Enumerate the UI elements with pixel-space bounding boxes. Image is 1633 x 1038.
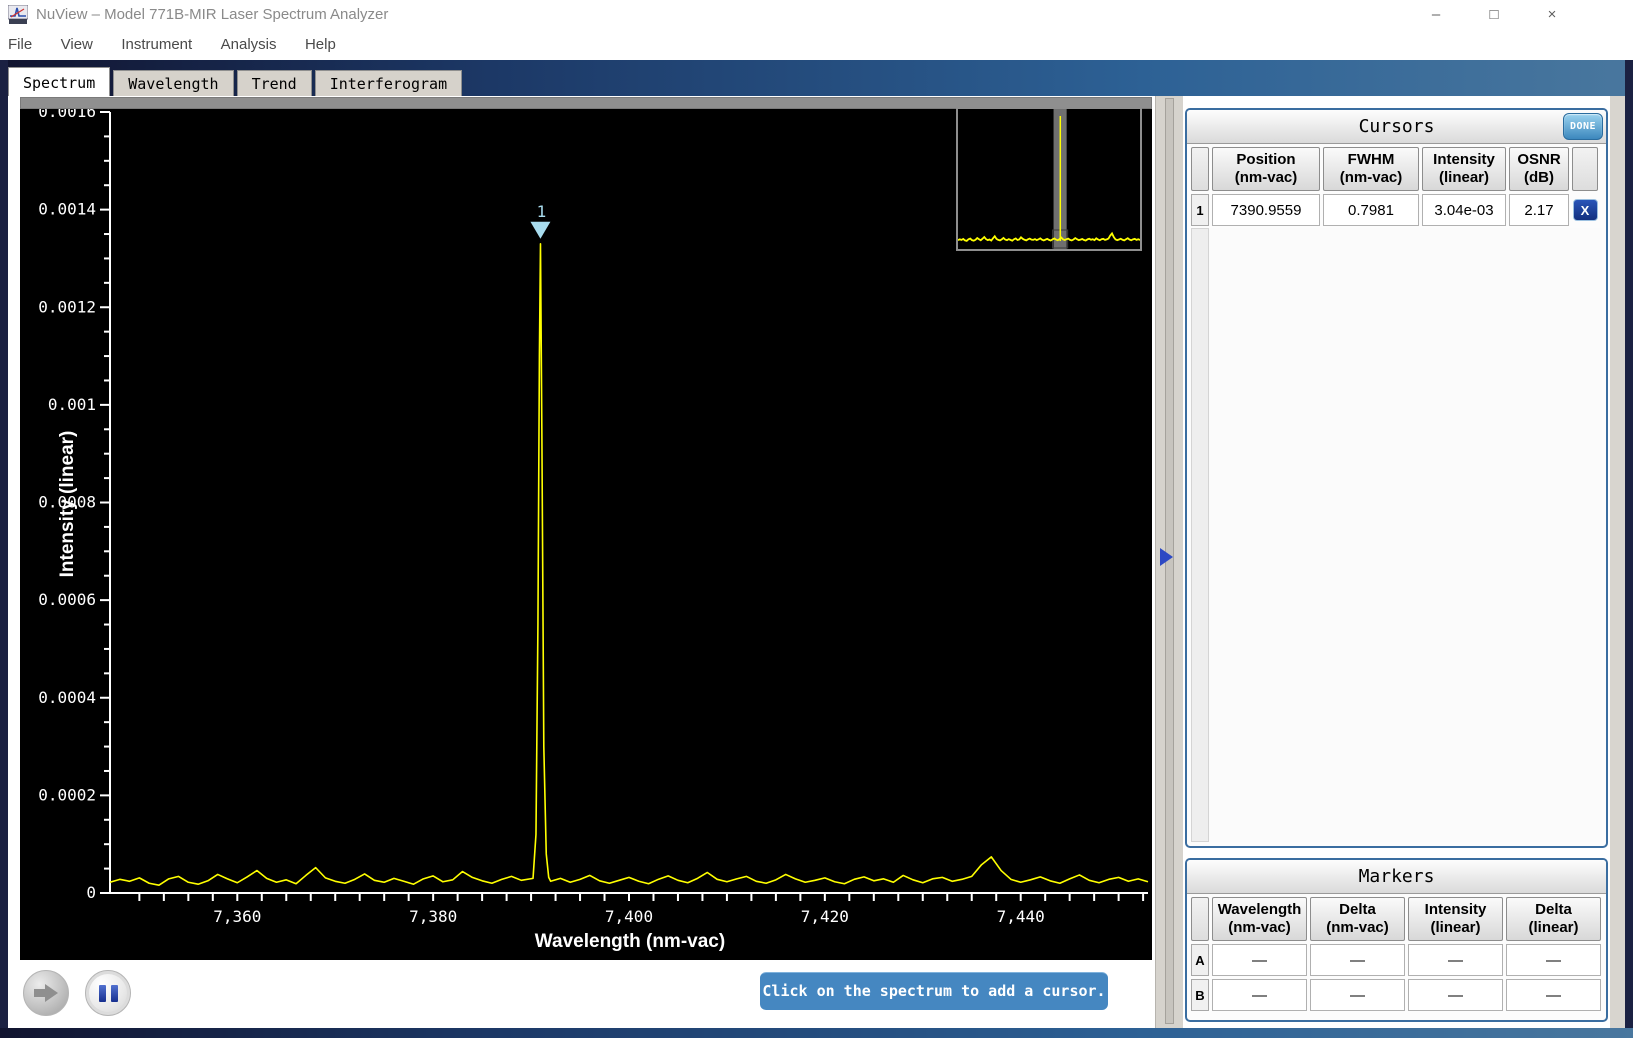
play-button[interactable] [23,970,69,1016]
svg-text:1: 1 [537,202,547,221]
cursors-table: Position (nm-vac) FWHM (nm-vac) Intensity(… [1187,144,1606,226]
spectrum-overview[interactable] [956,107,1142,251]
app-icon [8,5,28,24]
svg-text:0.0012: 0.0012 [38,297,96,316]
svg-text:7,400: 7,400 [605,907,653,926]
maximize-button[interactable]: □ [1465,0,1523,30]
panel-expander-button[interactable] [1160,548,1173,566]
cursor-fwhm-value: 0.7981 [1323,194,1419,226]
svg-text:0.0004: 0.0004 [38,688,96,707]
markers-panel-header: Markers [1187,860,1606,894]
cursors-header-osnr: OSNR (dB) [1509,147,1569,191]
cursor-delete-cell: X [1572,194,1598,226]
markers-panel: Markers Wavelength (nm-vac) Delta (nm-vac)… [1185,858,1608,1022]
markers-header-intensity: Intensity (linear) [1408,897,1503,941]
minimize-button[interactable]: – [1407,0,1465,30]
row-number-column [1191,228,1209,842]
marker-a-delta-nm: — [1310,944,1405,976]
marker-b-delta-linear: — [1506,979,1601,1011]
pause-button[interactable] [85,970,131,1016]
overview-chart[interactable] [957,109,1141,249]
x-axis-title: Wavelength (nm-vac) [534,931,726,952]
svg-text:7,380: 7,380 [409,907,457,926]
cursors-table-body [1191,228,1602,842]
tab-spectrum[interactable]: Spectrum [8,67,111,96]
menu-analysis[interactable]: Analysis [209,30,289,60]
window-border-left [0,60,8,1038]
tab-wavelength[interactable]: Wavelength [113,70,234,96]
markers-header-delta-linear: Delta (linear) [1506,897,1601,941]
cursors-header-intensity: Intensity (linear) [1422,147,1506,191]
window-border-bottom [0,1028,1633,1038]
y-axis-title: Intensity (linear) [57,430,78,578]
cursors-header-fwhm: FWHM (nm-vac) [1323,147,1419,191]
markers-header-blank [1191,897,1209,941]
cursors-panel: Cursors DONE Position (nm-vac) FWHM (nm-va… [1185,108,1608,848]
panel-splitter[interactable] [1155,96,1183,1028]
cursor-position-value: 7390.9559 [1212,194,1320,226]
menu-bar: File View Instrument Analysis Help [0,30,1633,60]
menu-file[interactable]: File [0,30,44,60]
svg-text:0: 0 [86,883,96,902]
done-button[interactable]: DONE [1563,113,1603,140]
cursors-header-position: Position (nm-vac) [1212,147,1320,191]
right-gutter [1610,96,1625,1028]
svg-text:0.0016: 0.0016 [38,109,96,121]
cursors-panel-title: Cursors [1358,116,1435,137]
marker-row-label-a: A [1191,944,1209,976]
cursor-osnr-value: 2.17 [1509,194,1569,226]
svg-text:0.0002: 0.0002 [38,785,96,804]
marker-a-wavelength: — [1212,944,1307,976]
markers-table: Wavelength (nm-vac) Delta (nm-vac) Intensi… [1187,894,1606,1011]
tab-strip: Spectrum Wavelength Trend Interferogram [0,60,1633,96]
menu-view[interactable]: View [49,30,105,60]
marker-b-intensity: — [1408,979,1503,1011]
play-icon [34,984,58,1002]
marker-b-wavelength: — [1212,979,1307,1011]
marker-a-delta-linear: — [1506,944,1601,976]
cursors-panel-header: Cursors DONE [1187,110,1606,144]
cursor-delete-button[interactable]: X [1572,199,1598,221]
cursors-header-blank [1572,147,1598,191]
window-border-right [1625,60,1633,1038]
menu-instrument[interactable]: Instrument [109,30,204,60]
markers-header-wavelength: Wavelength (nm-vac) [1212,897,1307,941]
tab-interferogram[interactable]: Interferogram [314,70,463,96]
cursor-row-number: 1 [1191,194,1209,226]
app-window: NuView – Model 771B-MIR Laser Spectrum A… [0,0,1633,1038]
svg-text:7,360: 7,360 [213,907,261,926]
svg-text:7,440: 7,440 [997,907,1045,926]
window-title: NuView – Model 771B-MIR Laser Spectrum A… [36,6,389,23]
marker-b-delta-nm: — [1310,979,1405,1011]
markers-panel-title: Markers [1358,866,1435,887]
marker-a-intensity: — [1408,944,1503,976]
markers-header-delta-nm: Delta (nm-vac) [1310,897,1405,941]
cursors-header-blank [1191,147,1209,191]
svg-text:7,420: 7,420 [801,907,849,926]
close-button[interactable]: × [1523,0,1581,30]
status-message: Click on the spectrum to add a cursor. [760,972,1108,1010]
tab-trend[interactable]: Trend [236,70,312,96]
title-bar: NuView – Model 771B-MIR Laser Spectrum A… [0,0,1633,30]
svg-text:0.0014: 0.0014 [38,200,96,219]
menu-help[interactable]: Help [293,30,348,60]
pause-icon [98,984,118,1002]
marker-row-label-b: B [1191,979,1209,1011]
cursor-intensity-value: 3.04e-03 [1422,194,1506,226]
